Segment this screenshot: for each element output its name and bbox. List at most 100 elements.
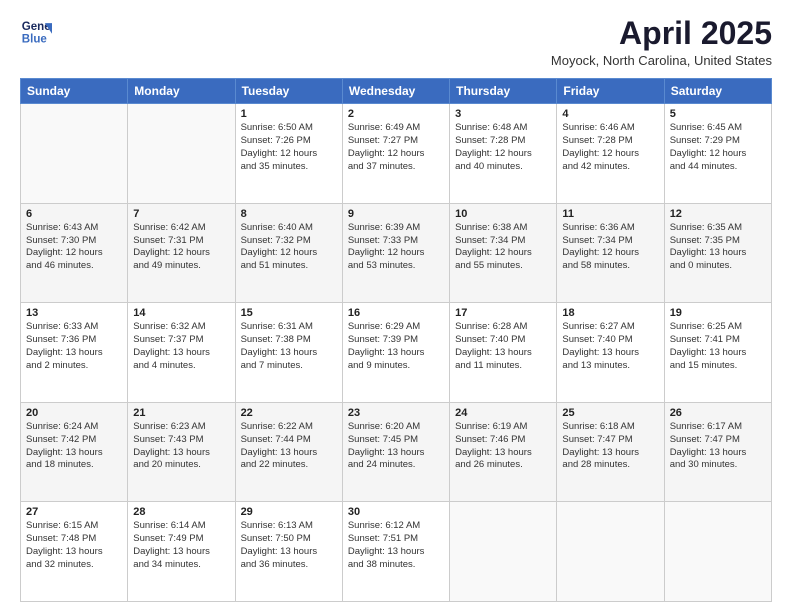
col-tuesday: Tuesday	[235, 79, 342, 104]
month-title: April 2025	[551, 16, 772, 51]
table-row: 10 Sunrise: 6:38 AMSunset: 7:34 PMDayligh…	[450, 203, 557, 303]
calendar-week-row: 20Sunrise: 6:24 AMSunset: 7:42 PMDayligh…	[21, 402, 772, 502]
table-row: 14Sunrise: 6:32 AMSunset: 7:37 PMDayligh…	[128, 303, 235, 403]
day-info: Sunrise: 6:50 AMSunset: 7:26 PMDaylight:…	[241, 122, 337, 173]
day-info: Sunrise: 6:36 AMSunset: 7:34 PMDaylight:…	[562, 222, 658, 273]
day-info: Sunrise: 6:15 AMSunset: 7:48 PMDaylight:…	[26, 520, 122, 571]
day-number: 12	[670, 208, 766, 220]
day-info: Sunrise: 6:33 AMSunset: 7:36 PMDaylight:…	[26, 321, 122, 372]
day-info: Sunrise: 6:17 AMSunset: 7:47 PMDaylight:…	[670, 421, 766, 472]
day-number: 23	[348, 407, 444, 419]
day-info: Sunrise: 6:40 AMSunset: 7:32 PMDaylight:…	[241, 222, 337, 273]
col-friday: Friday	[557, 79, 664, 104]
day-info: Sunrise: 6:13 AMSunset: 7:50 PMDaylight:…	[241, 520, 337, 571]
day-info: Sunrise: 6:20 AMSunset: 7:45 PMDaylight:…	[348, 421, 444, 472]
day-info: Sunrise: 6:24 AMSunset: 7:42 PMDaylight:…	[26, 421, 122, 472]
table-row	[557, 502, 664, 602]
day-info: Sunrise: 6:48 AMSunset: 7:28 PMDaylight:…	[455, 122, 551, 173]
table-row: 18 Sunrise: 6:27 AMSunset: 7:40 PMDayligh…	[557, 303, 664, 403]
day-number: 16	[348, 307, 444, 319]
table-row: 23 Sunrise: 6:20 AMSunset: 7:45 PMDayligh…	[342, 402, 449, 502]
table-row: 30Sunrise: 6:12 AMSunset: 7:51 PMDayligh…	[342, 502, 449, 602]
table-row: 13Sunrise: 6:33 AMSunset: 7:36 PMDayligh…	[21, 303, 128, 403]
table-row: 19 Sunrise: 6:25 AMSunset: 7:41 PMDayligh…	[664, 303, 771, 403]
day-info: Sunrise: 6:27 AMSunset: 7:40 PMDaylight:…	[562, 321, 658, 372]
header: General Blue April 2025 Moyock, North Ca…	[20, 16, 772, 68]
day-info: Sunrise: 6:46 AMSunset: 7:28 PMDaylight:…	[562, 122, 658, 173]
header-row: Sunday Monday Tuesday Wednesday Thursday…	[21, 79, 772, 104]
calendar-week-row: 1 Sunrise: 6:50 AMSunset: 7:26 PMDaylight…	[21, 104, 772, 204]
calendar-week-row: 27 Sunrise: 6:15 AMSunset: 7:48 PMDayligh…	[21, 502, 772, 602]
day-number: 6	[26, 208, 122, 220]
table-row: 22Sunrise: 6:22 AMSunset: 7:44 PMDayligh…	[235, 402, 342, 502]
day-number: 10	[455, 208, 551, 220]
day-number: 24	[455, 407, 551, 419]
table-row: 4 Sunrise: 6:46 AMSunset: 7:28 PMDaylight…	[557, 104, 664, 204]
location: Moyock, North Carolina, United States	[551, 53, 772, 68]
day-number: 3	[455, 108, 551, 120]
table-row: 1 Sunrise: 6:50 AMSunset: 7:26 PMDaylight…	[235, 104, 342, 204]
table-row: 9 Sunrise: 6:39 AMSunset: 7:33 PMDaylight…	[342, 203, 449, 303]
day-info: Sunrise: 6:29 AMSunset: 7:39 PMDaylight:…	[348, 321, 444, 372]
table-row: 28 Sunrise: 6:14 AMSunset: 7:49 PMDayligh…	[128, 502, 235, 602]
logo: General Blue	[20, 16, 52, 48]
day-info: Sunrise: 6:42 AMSunset: 7:31 PMDaylight:…	[133, 222, 229, 273]
table-row: 12 Sunrise: 6:35 AMSunset: 7:35 PMDayligh…	[664, 203, 771, 303]
table-row: 5Sunrise: 6:45 AMSunset: 7:29 PMDaylight…	[664, 104, 771, 204]
day-number: 4	[562, 108, 658, 120]
table-row	[128, 104, 235, 204]
day-info: Sunrise: 6:39 AMSunset: 7:33 PMDaylight:…	[348, 222, 444, 273]
day-info: Sunrise: 6:35 AMSunset: 7:35 PMDaylight:…	[670, 222, 766, 273]
day-info: Sunrise: 6:49 AMSunset: 7:27 PMDaylight:…	[348, 122, 444, 173]
day-info: Sunrise: 6:14 AMSunset: 7:49 PMDaylight:…	[133, 520, 229, 571]
day-number: 11	[562, 208, 658, 220]
day-number: 15	[241, 307, 337, 319]
day-info: Sunrise: 6:45 AMSunset: 7:29 PMDaylight:…	[670, 122, 766, 173]
table-row: 24 Sunrise: 6:19 AMSunset: 7:46 PMDayligh…	[450, 402, 557, 502]
calendar-table: Sunday Monday Tuesday Wednesday Thursday…	[20, 78, 772, 602]
table-row: 8 Sunrise: 6:40 AMSunset: 7:32 PMDaylight…	[235, 203, 342, 303]
table-row	[21, 104, 128, 204]
svg-text:General: General	[22, 21, 52, 33]
day-number: 8	[241, 208, 337, 220]
day-number: 25	[562, 407, 658, 419]
svg-text:Blue: Blue	[22, 34, 48, 46]
calendar-week-row: 13Sunrise: 6:33 AMSunset: 7:36 PMDayligh…	[21, 303, 772, 403]
day-number: 21	[133, 407, 229, 419]
table-row: 21 Sunrise: 6:23 AMSunset: 7:43 PMDayligh…	[128, 402, 235, 502]
day-number: 17	[455, 307, 551, 319]
day-info: Sunrise: 6:32 AMSunset: 7:37 PMDaylight:…	[133, 321, 229, 372]
col-monday: Monday	[128, 79, 235, 104]
table-row: 16 Sunrise: 6:29 AMSunset: 7:39 PMDayligh…	[342, 303, 449, 403]
logo-icon: General Blue	[20, 16, 52, 48]
col-saturday: Saturday	[664, 79, 771, 104]
day-number: 28	[133, 506, 229, 518]
day-info: Sunrise: 6:43 AMSunset: 7:30 PMDaylight:…	[26, 222, 122, 273]
day-info: Sunrise: 6:38 AMSunset: 7:34 PMDaylight:…	[455, 222, 551, 273]
table-row: 7Sunrise: 6:42 AMSunset: 7:31 PMDaylight…	[128, 203, 235, 303]
day-info: Sunrise: 6:25 AMSunset: 7:41 PMDaylight:…	[670, 321, 766, 372]
day-number: 29	[241, 506, 337, 518]
day-number: 19	[670, 307, 766, 319]
day-number: 18	[562, 307, 658, 319]
col-wednesday: Wednesday	[342, 79, 449, 104]
table-row: 11 Sunrise: 6:36 AMSunset: 7:34 PMDayligh…	[557, 203, 664, 303]
day-info: Sunrise: 6:31 AMSunset: 7:38 PMDaylight:…	[241, 321, 337, 372]
day-info: Sunrise: 6:23 AMSunset: 7:43 PMDaylight:…	[133, 421, 229, 472]
table-row: 17Sunrise: 6:28 AMSunset: 7:40 PMDayligh…	[450, 303, 557, 403]
table-row: 20Sunrise: 6:24 AMSunset: 7:42 PMDayligh…	[21, 402, 128, 502]
table-row: 3 Sunrise: 6:48 AMSunset: 7:28 PMDaylight…	[450, 104, 557, 204]
day-info: Sunrise: 6:22 AMSunset: 7:44 PMDaylight:…	[241, 421, 337, 472]
col-thursday: Thursday	[450, 79, 557, 104]
table-row	[450, 502, 557, 602]
day-info: Sunrise: 6:18 AMSunset: 7:47 PMDaylight:…	[562, 421, 658, 472]
table-row: 15 Sunrise: 6:31 AMSunset: 7:38 PMDayligh…	[235, 303, 342, 403]
table-row: 27 Sunrise: 6:15 AMSunset: 7:48 PMDayligh…	[21, 502, 128, 602]
title-area: April 2025 Moyock, North Carolina, Unite…	[551, 16, 772, 68]
day-number: 9	[348, 208, 444, 220]
day-info: Sunrise: 6:19 AMSunset: 7:46 PMDaylight:…	[455, 421, 551, 472]
day-number: 27	[26, 506, 122, 518]
day-number: 1	[241, 108, 337, 120]
day-number: 30	[348, 506, 444, 518]
table-row: 2Sunrise: 6:49 AMSunset: 7:27 PMDaylight…	[342, 104, 449, 204]
